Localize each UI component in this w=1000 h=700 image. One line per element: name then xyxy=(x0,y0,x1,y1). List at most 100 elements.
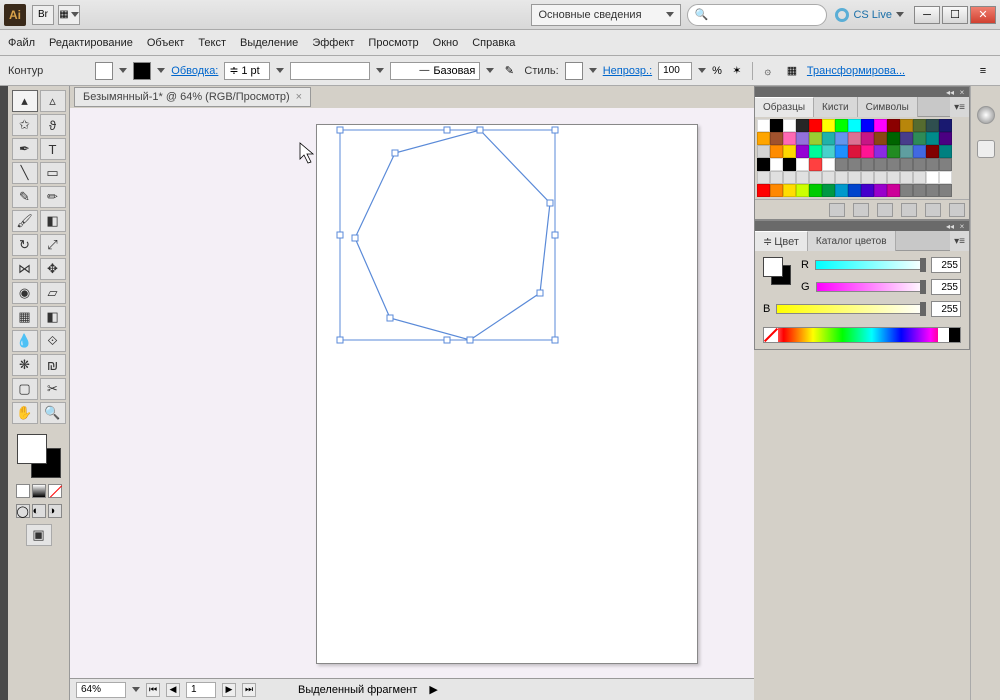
slider-knob[interactable] xyxy=(920,302,926,316)
prev-artboard-button[interactable]: ◀ xyxy=(166,683,180,697)
swatch-cell[interactable] xyxy=(848,119,861,132)
menu-object[interactable]: Объект xyxy=(147,37,184,49)
swatch-cell[interactable] xyxy=(939,132,952,145)
bridge-button[interactable]: Br xyxy=(32,5,54,25)
arrange-docs-button[interactable]: ▦ xyxy=(58,5,80,25)
type-tool[interactable]: T xyxy=(40,138,66,160)
variable-width-dd[interactable] xyxy=(290,62,370,80)
menu-window[interactable]: Окно xyxy=(433,37,459,49)
swatch-cell[interactable] xyxy=(835,158,848,171)
swatch-cell[interactable] xyxy=(926,119,939,132)
recolor-icon[interactable]: ✶ xyxy=(728,62,746,80)
panel-drag-bar[interactable]: ◂◂× xyxy=(755,87,969,97)
swatch-cell[interactable] xyxy=(848,171,861,184)
align-icon[interactable]: ▦ xyxy=(783,62,801,80)
transform-link[interactable]: Трансформирова... xyxy=(807,65,905,77)
mesh-tool[interactable]: ▦ xyxy=(12,306,38,328)
swatch-cell[interactable] xyxy=(848,184,861,197)
swatch-cell[interactable] xyxy=(848,158,861,171)
panel-drag-bar[interactable]: ◂◂× xyxy=(755,221,969,231)
zoom-field[interactable]: 64% xyxy=(76,682,126,698)
selection-tool[interactable]: ▴ xyxy=(12,90,38,112)
swatch-cell[interactable] xyxy=(809,145,822,158)
pen-tool[interactable]: ✒ xyxy=(12,138,38,160)
swatch-cell[interactable] xyxy=(770,184,783,197)
chevron-down-icon[interactable] xyxy=(132,687,140,692)
status-menu-icon[interactable]: ▶ xyxy=(429,683,437,696)
swatch-cell[interactable] xyxy=(913,119,926,132)
line-tool[interactable]: ╲ xyxy=(12,162,38,184)
gradient-tool[interactable]: ◧ xyxy=(40,306,66,328)
graph-tool[interactable]: ₪ xyxy=(40,354,66,376)
swatch-cell[interactable] xyxy=(887,158,900,171)
tab-swatches[interactable]: Образцы xyxy=(755,97,814,117)
chevron-down-icon[interactable] xyxy=(376,68,384,73)
swatch-cell[interactable] xyxy=(861,184,874,197)
menu-select[interactable]: Выделение xyxy=(240,37,298,49)
new-color-group-icon[interactable] xyxy=(901,203,917,217)
free-transform-tool[interactable]: ✥ xyxy=(40,258,66,280)
swatch-cell[interactable] xyxy=(926,158,939,171)
gradient-mode-icon[interactable] xyxy=(32,484,46,498)
swatch-cell[interactable] xyxy=(809,132,822,145)
menu-view[interactable]: Просмотр xyxy=(368,37,418,49)
swatch-cell[interactable] xyxy=(926,132,939,145)
stroke-link[interactable]: Обводка: xyxy=(171,65,218,77)
swatch-cell[interactable] xyxy=(874,158,887,171)
swatch-cell[interactable] xyxy=(783,119,796,132)
opacity-link[interactable]: Непрозр.: xyxy=(603,65,652,77)
hand-tool[interactable]: ✋ xyxy=(12,402,38,424)
spectrum-bar[interactable] xyxy=(763,327,961,343)
blend-tool[interactable]: ⟐ xyxy=(40,330,66,352)
close-tab-icon[interactable]: × xyxy=(296,91,302,103)
fill-swatch[interactable] xyxy=(95,62,113,80)
swatch-cell[interactable] xyxy=(809,184,822,197)
swatch-cell[interactable] xyxy=(822,184,835,197)
swatch-cell[interactable] xyxy=(822,132,835,145)
swatch-cell[interactable] xyxy=(861,132,874,145)
swatch-cell[interactable] xyxy=(822,145,835,158)
none-swatch-icon[interactable] xyxy=(764,328,778,342)
width-tool[interactable]: ⋈ xyxy=(12,258,38,280)
swatch-cell[interactable] xyxy=(757,145,770,158)
blob-brush-tool[interactable]: 🖌 xyxy=(12,210,38,232)
canvas[interactable] xyxy=(70,108,754,678)
preferences-icon[interactable]: ۞ xyxy=(759,62,777,80)
swatch-cell[interactable] xyxy=(796,145,809,158)
rectangle-tool[interactable]: ▭ xyxy=(40,162,66,184)
brush-options-icon[interactable]: ✎ xyxy=(500,62,518,80)
magic-wand-tool[interactable]: ✩ xyxy=(12,114,38,136)
tab-symbols[interactable]: Символы xyxy=(858,97,918,117)
search-input[interactable]: 🔍 xyxy=(687,4,827,26)
swatch-cell[interactable] xyxy=(796,171,809,184)
swatch-cell[interactable] xyxy=(900,119,913,132)
tab-color[interactable]: ≑Цвет xyxy=(755,231,808,251)
swatch-cell[interactable] xyxy=(835,119,848,132)
color-panel-icon[interactable] xyxy=(977,106,995,124)
swatch-cell[interactable] xyxy=(848,145,861,158)
swatch-cell[interactable] xyxy=(887,171,900,184)
swatch-cell[interactable] xyxy=(913,184,926,197)
screen-mode-button[interactable]: ▣ xyxy=(26,524,52,546)
chevron-down-icon[interactable] xyxy=(157,68,165,73)
channel-value-input[interactable] xyxy=(931,301,961,317)
slider-knob[interactable] xyxy=(920,258,926,272)
swatch-cell[interactable] xyxy=(757,171,770,184)
swatch-cell[interactable] xyxy=(926,184,939,197)
opacity-input[interactable]: 100 xyxy=(658,62,692,80)
swatch-cell[interactable] xyxy=(861,171,874,184)
channel-value-input[interactable] xyxy=(931,279,961,295)
swatch-cell[interactable] xyxy=(770,145,783,158)
next-artboard-button[interactable]: ▶ xyxy=(222,683,236,697)
slider-knob[interactable] xyxy=(920,280,926,294)
pencil-tool[interactable]: ✏ xyxy=(40,186,66,208)
rotate-tool[interactable]: ↻ xyxy=(12,234,38,256)
slider-track[interactable] xyxy=(776,304,925,314)
draw-inside-icon[interactable]: ◑ xyxy=(48,504,62,518)
style-swatch[interactable] xyxy=(565,62,583,80)
color-mode-icon[interactable] xyxy=(16,484,30,498)
slider-track[interactable] xyxy=(816,282,925,292)
normal-draw-icon[interactable]: ◯ xyxy=(16,504,30,518)
swatch-cell[interactable] xyxy=(913,171,926,184)
layers-panel-icon[interactable] xyxy=(977,140,995,158)
